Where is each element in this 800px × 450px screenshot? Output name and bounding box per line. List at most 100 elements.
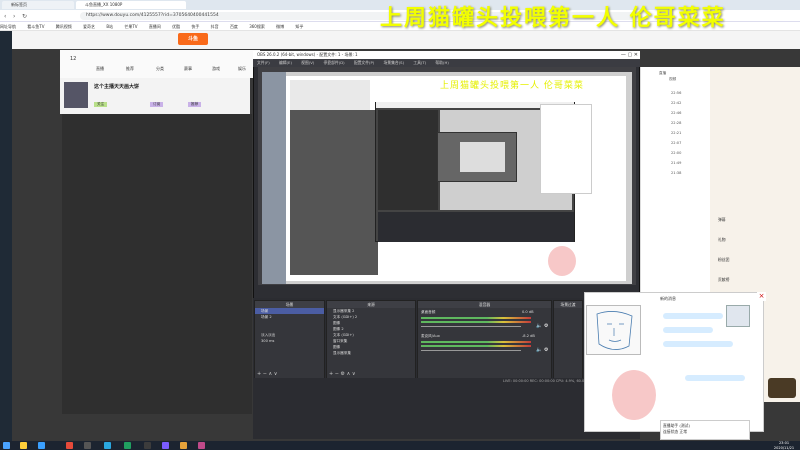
volume-slider[interactable] xyxy=(421,326,521,327)
scene-controls[interactable]: + − ∧ ∨ xyxy=(254,371,325,377)
bookmark-item[interactable]: 优酷 xyxy=(172,24,180,29)
site-nav: 12 直播 推荐 分类 赛事 游戏 娱乐 xyxy=(60,50,260,78)
obs-icon[interactable] xyxy=(144,442,151,449)
nav-item[interactable]: 游戏 xyxy=(212,66,220,72)
mixer-channel-name: 麦克风/Aux xyxy=(421,334,440,338)
menu-item[interactable]: 视图(V) xyxy=(301,60,314,65)
system-clock[interactable]: 23:01 2020/11/21 xyxy=(770,441,798,450)
nav-item[interactable]: 直播 xyxy=(96,66,104,72)
nested-docks xyxy=(378,212,574,242)
nav-item[interactable]: 分类 xyxy=(156,66,164,72)
obs-titlebar: OBS 26.0.2 (64-bit, windows) - 配置文件: 1 -… xyxy=(253,51,640,59)
menu-item[interactable]: 帮助(H) xyxy=(435,60,448,65)
dock-title: 场景过渡 xyxy=(554,301,582,308)
menu-item[interactable]: 文件(F) xyxy=(257,60,270,65)
transition-duration[interactable]: 300 ms xyxy=(255,338,324,344)
dock-title: 来源 xyxy=(327,301,415,308)
panel-label[interactable]: 礼物 xyxy=(718,237,726,243)
forward-icon[interactable]: › xyxy=(13,13,15,20)
browser-icon[interactable] xyxy=(38,442,45,449)
stream-overlay-title: 上周猫罐头投喂第一人 伦哥菜菜 xyxy=(380,5,726,31)
window-controls[interactable]: — ▢ ✕ xyxy=(612,51,640,59)
bookmark-item[interactable]: 微博 xyxy=(276,24,284,29)
bookmark-item[interactable]: 网址导航 xyxy=(0,24,16,29)
panel-label[interactable]: 贡献榜 xyxy=(718,277,729,283)
menu-item[interactable]: 停靠部件(D) xyxy=(324,60,345,65)
app-icon[interactable] xyxy=(124,442,131,449)
streamer-card: 这个主播天天画大饼 关注 订阅 推荐 xyxy=(60,78,250,114)
source-item[interactable]: 显示器采集 xyxy=(327,350,415,356)
avatar[interactable] xyxy=(64,82,88,108)
browser-sidebar xyxy=(0,31,12,441)
bookmark-item[interactable]: 360搜索 xyxy=(249,24,265,29)
speaker-icon[interactable]: 🔈 xyxy=(536,347,542,353)
mixer-channel-level: -8.2 dB xyxy=(522,334,535,338)
obs-status-bar: LIVE: 00:00:00 REC: 00:00:00 CPU: 4.9%, … xyxy=(253,378,640,385)
site-logo[interactable]: 斗鱼 xyxy=(178,33,208,45)
app-icon[interactable] xyxy=(84,442,91,449)
start-icon[interactable] xyxy=(3,442,10,449)
menu-item[interactable]: 配置文件(P) xyxy=(354,60,374,65)
scene-item[interactable]: 场景 2 xyxy=(255,314,324,320)
taskbar xyxy=(0,441,800,450)
gear-icon[interactable]: ⚙ xyxy=(544,347,548,353)
back-icon[interactable]: ‹ xyxy=(4,13,6,20)
schedule-panel: 直播 视频 22:56 22:42 22:46 22:28 22:21 22:0… xyxy=(640,67,710,297)
app-icon[interactable] xyxy=(198,442,205,449)
bookmark-item[interactable]: 腾讯视频 xyxy=(56,24,72,29)
nested-preview-deepest xyxy=(460,142,505,172)
bookmark-item[interactable]: 爱奇艺 xyxy=(83,24,95,29)
obs-menubar: 文件(F) 编辑(E) 视图(V) 停靠部件(D) 配置文件(P) 场景集合(S… xyxy=(253,59,640,67)
volume-meter xyxy=(421,321,531,323)
app-icon[interactable] xyxy=(162,442,169,449)
streamer-tag[interactable]: 关注 xyxy=(94,102,108,107)
schedule-time: 22:00 xyxy=(671,151,682,155)
panel-label[interactable]: 弹幕 xyxy=(718,217,726,223)
app-icon[interactable] xyxy=(66,442,73,449)
explorer-icon[interactable] xyxy=(20,442,27,449)
volume-slider[interactable] xyxy=(421,350,521,351)
menu-item[interactable]: 编辑(E) xyxy=(279,60,292,65)
bookmark-item[interactable]: B站 xyxy=(106,24,113,29)
bookmark-item[interactable]: 抖音 xyxy=(211,24,219,29)
url-text: https://www.douyu.com/4125557?rid=370564… xyxy=(86,13,219,18)
streamer-tag[interactable]: 订阅 xyxy=(150,102,164,107)
bookmark-item[interactable]: 百度 xyxy=(230,24,238,29)
speaker-icon[interactable]: 🔈 xyxy=(536,323,542,329)
panel-tab[interactable]: 视频 xyxy=(641,77,710,87)
mixer-channel-level: 0.0 dB xyxy=(522,310,534,314)
panel-label[interactable]: 粉丝团 xyxy=(718,257,729,263)
nav-item[interactable]: 娱乐 xyxy=(238,66,246,72)
assistant-status: 连接状态 正常 xyxy=(663,429,687,434)
gear-icon[interactable]: ⚙ xyxy=(544,323,548,329)
chat-bubble xyxy=(663,313,723,319)
source-controls[interactable]: + − ⚙ ∧ ∨ xyxy=(326,371,416,377)
bookmark-item[interactable]: 芒果TV xyxy=(124,24,137,29)
stream-player[interactable] xyxy=(62,114,252,414)
bookmark-item[interactable]: 看斗鱼TV xyxy=(27,24,44,29)
chat-bubble xyxy=(685,375,745,381)
tab-douyu[interactable]: 斗鱼直播_XX 1080P xyxy=(76,1,186,9)
reload-icon[interactable]: ↻ xyxy=(22,13,27,20)
tab-label: 斗鱼直播_XX 1080P xyxy=(85,2,123,7)
nav-item[interactable]: 赛事 xyxy=(184,66,192,72)
bookmark-item[interactable]: 快手 xyxy=(191,24,199,29)
tab-label: 新标签页 xyxy=(11,2,27,7)
mixer-channel-name: 桌面音频 xyxy=(421,310,436,314)
menu-item[interactable]: 工具(T) xyxy=(413,60,426,65)
bookmark-item[interactable]: 知乎 xyxy=(295,24,303,29)
mascot-image xyxy=(548,246,576,276)
app-icon[interactable] xyxy=(180,442,187,449)
menu-item[interactable]: 场景集合(S) xyxy=(384,60,405,65)
tab-newtab[interactable]: 新标签页 xyxy=(2,1,74,9)
volume-meter xyxy=(421,345,531,347)
streamer-tag[interactable]: 推荐 xyxy=(188,102,202,107)
bookmark-item[interactable]: 直播间 xyxy=(149,24,161,29)
schedule-time: 21:49 xyxy=(671,161,682,165)
nav-item[interactable]: 推荐 xyxy=(126,66,134,72)
volume-meter xyxy=(421,341,531,343)
close-icon[interactable]: × xyxy=(757,292,766,301)
panel-tab[interactable]: 直播 xyxy=(641,67,710,77)
assistant-widget[interactable]: 直播助手 (测试) 连接状态 正常 xyxy=(660,420,750,440)
app-icon[interactable] xyxy=(104,442,111,449)
